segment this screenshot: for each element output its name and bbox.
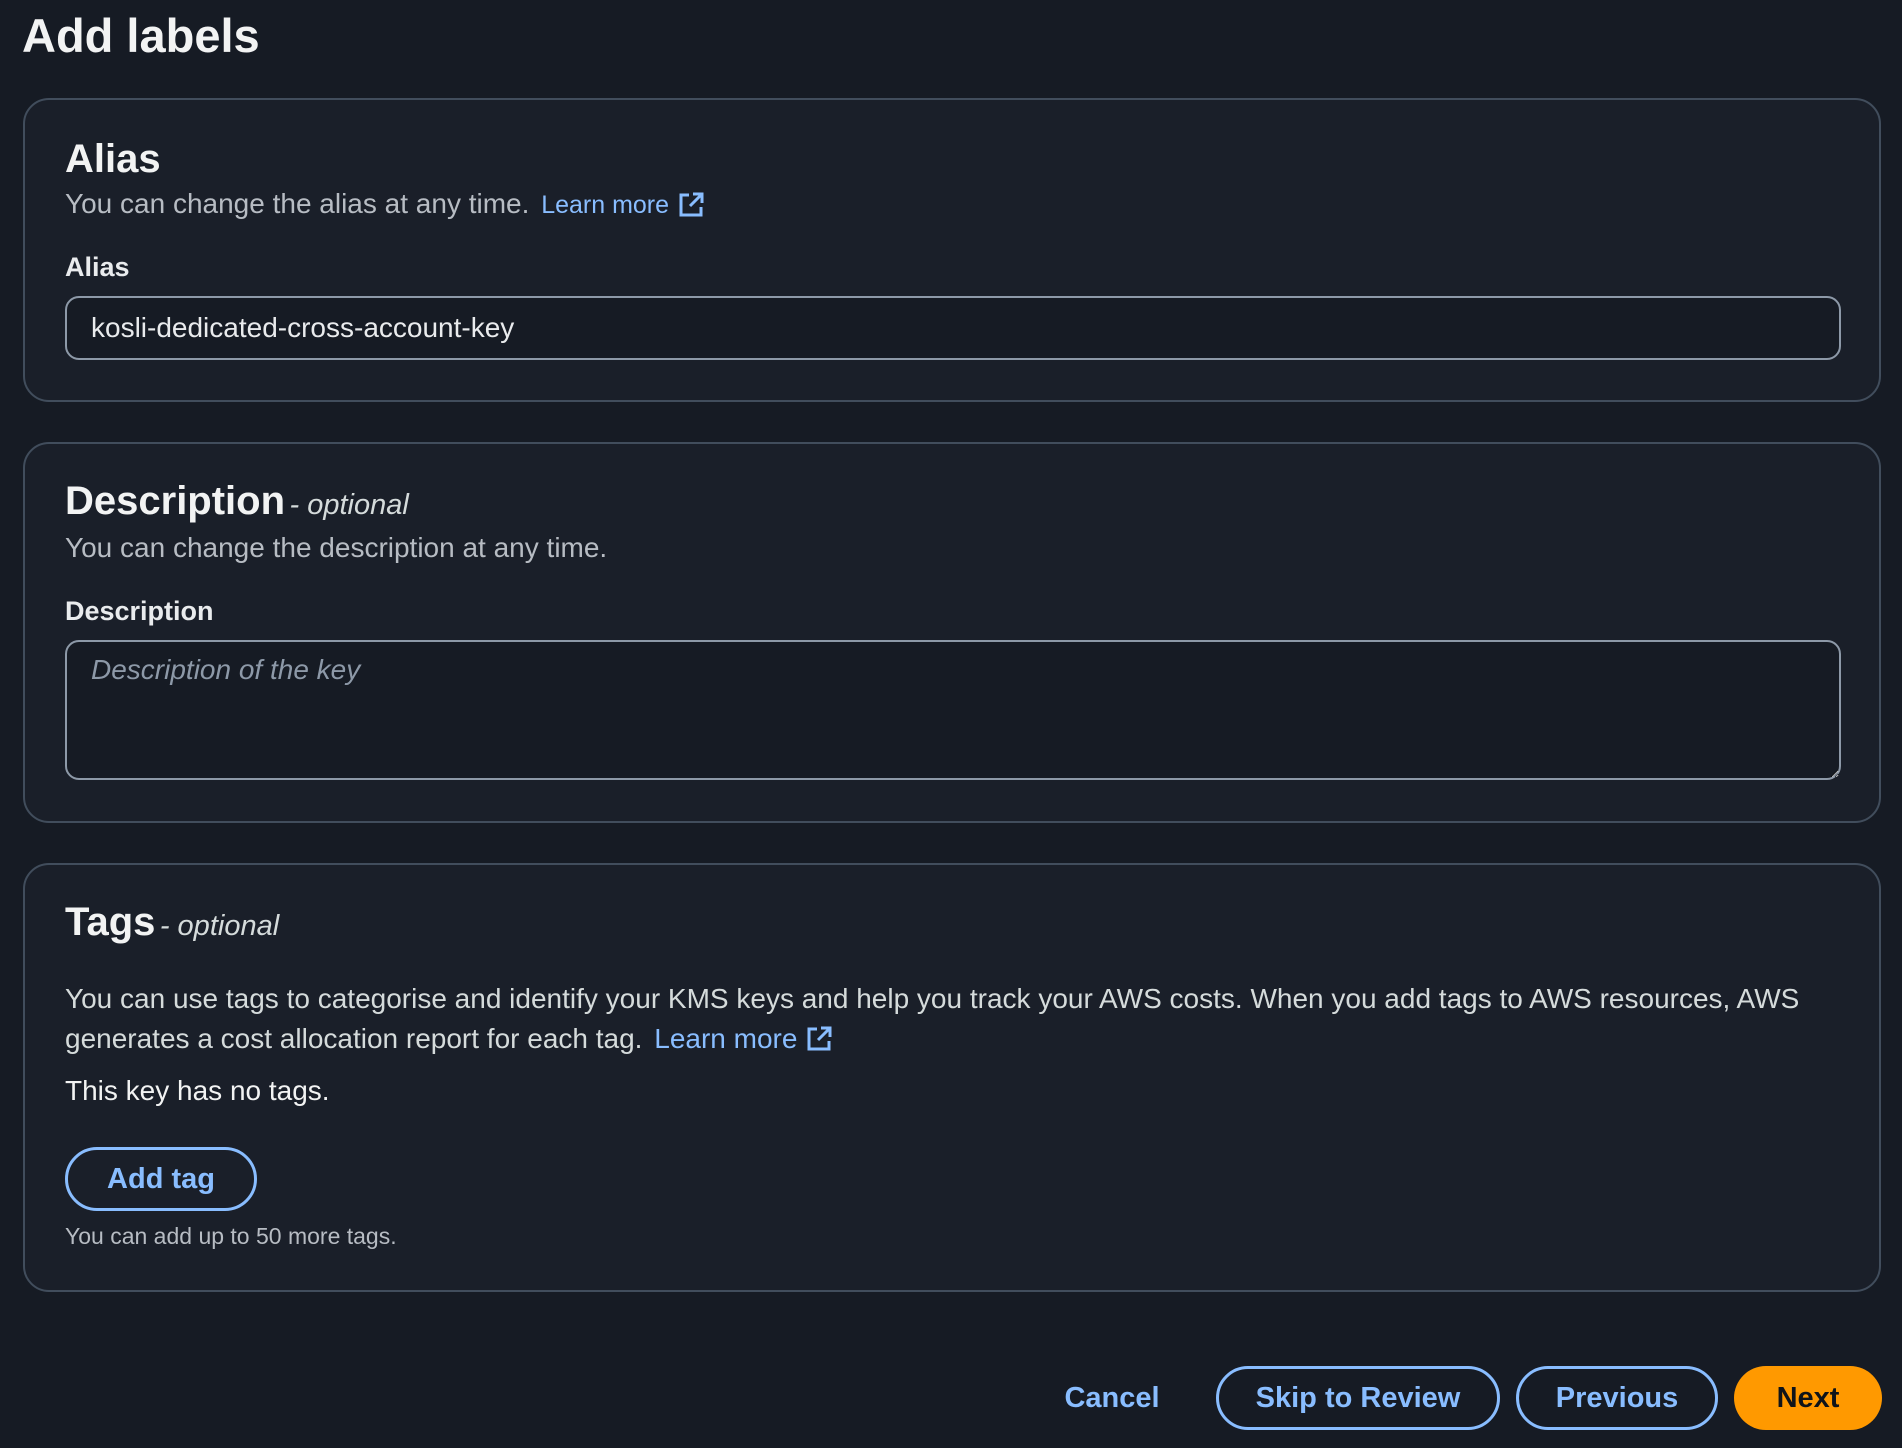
tags-heading-row: Tags - optional	[65, 899, 279, 945]
tags-description-line2: generates a cost allocation report for e…	[65, 1023, 643, 1054]
skip-to-review-button[interactable]: Skip to Review	[1216, 1366, 1500, 1430]
alias-description: You can change the alias at any time. Le…	[65, 186, 705, 223]
tags-learn-more-label: Learn more	[654, 1023, 798, 1054]
external-link-icon	[679, 192, 704, 217]
next-button[interactable]: Next	[1734, 1366, 1882, 1430]
description-heading: Description	[65, 479, 286, 523]
tags-optional-tag: - optional	[159, 910, 280, 942]
tags-learn-more-link[interactable]: Learn more	[654, 1019, 833, 1059]
alias-panel: Alias You can change the alias at any ti…	[23, 98, 1881, 402]
description-panel: Description - optional You can change th…	[23, 442, 1881, 823]
tags-limit-hint: You can add up to 50 more tags.	[65, 1223, 397, 1249]
alias-learn-more-link[interactable]: Learn more	[541, 187, 705, 223]
page: Add labels Alias You can change the alia…	[0, 0, 1902, 1448]
previous-button[interactable]: Previous	[1516, 1366, 1718, 1430]
external-link-icon	[807, 1026, 832, 1051]
tags-empty-state: This key has no tags.	[65, 1075, 330, 1106]
tags-heading: Tags	[65, 900, 156, 944]
tags-description-line1: You can use tags to categorise and ident…	[65, 983, 1800, 1014]
description-help-text: You can change the description at any ti…	[65, 532, 608, 563]
alias-description-text: You can change the alias at any time.	[65, 188, 530, 219]
description-optional-tag: - optional	[289, 489, 409, 521]
alias-input[interactable]	[65, 296, 1841, 360]
page-title: Add labels	[22, 9, 260, 62]
tags-description-line2-row: generates a cost allocation report for e…	[65, 1019, 1845, 1059]
alias-heading: Alias	[65, 137, 161, 181]
tags-description: You can use tags to categorise and ident…	[65, 979, 1845, 1059]
alias-field-label: Alias	[65, 252, 130, 282]
add-tag-button[interactable]: Add tag	[65, 1147, 257, 1211]
description-textarea[interactable]	[65, 640, 1841, 780]
description-heading-row: Description - optional	[65, 478, 409, 524]
alias-learn-more-label: Learn more	[541, 191, 670, 219]
cancel-button[interactable]: Cancel	[1050, 1366, 1174, 1430]
description-field-label: Description	[65, 596, 214, 626]
tags-panel: Tags - optional You can use tags to cate…	[23, 863, 1881, 1292]
